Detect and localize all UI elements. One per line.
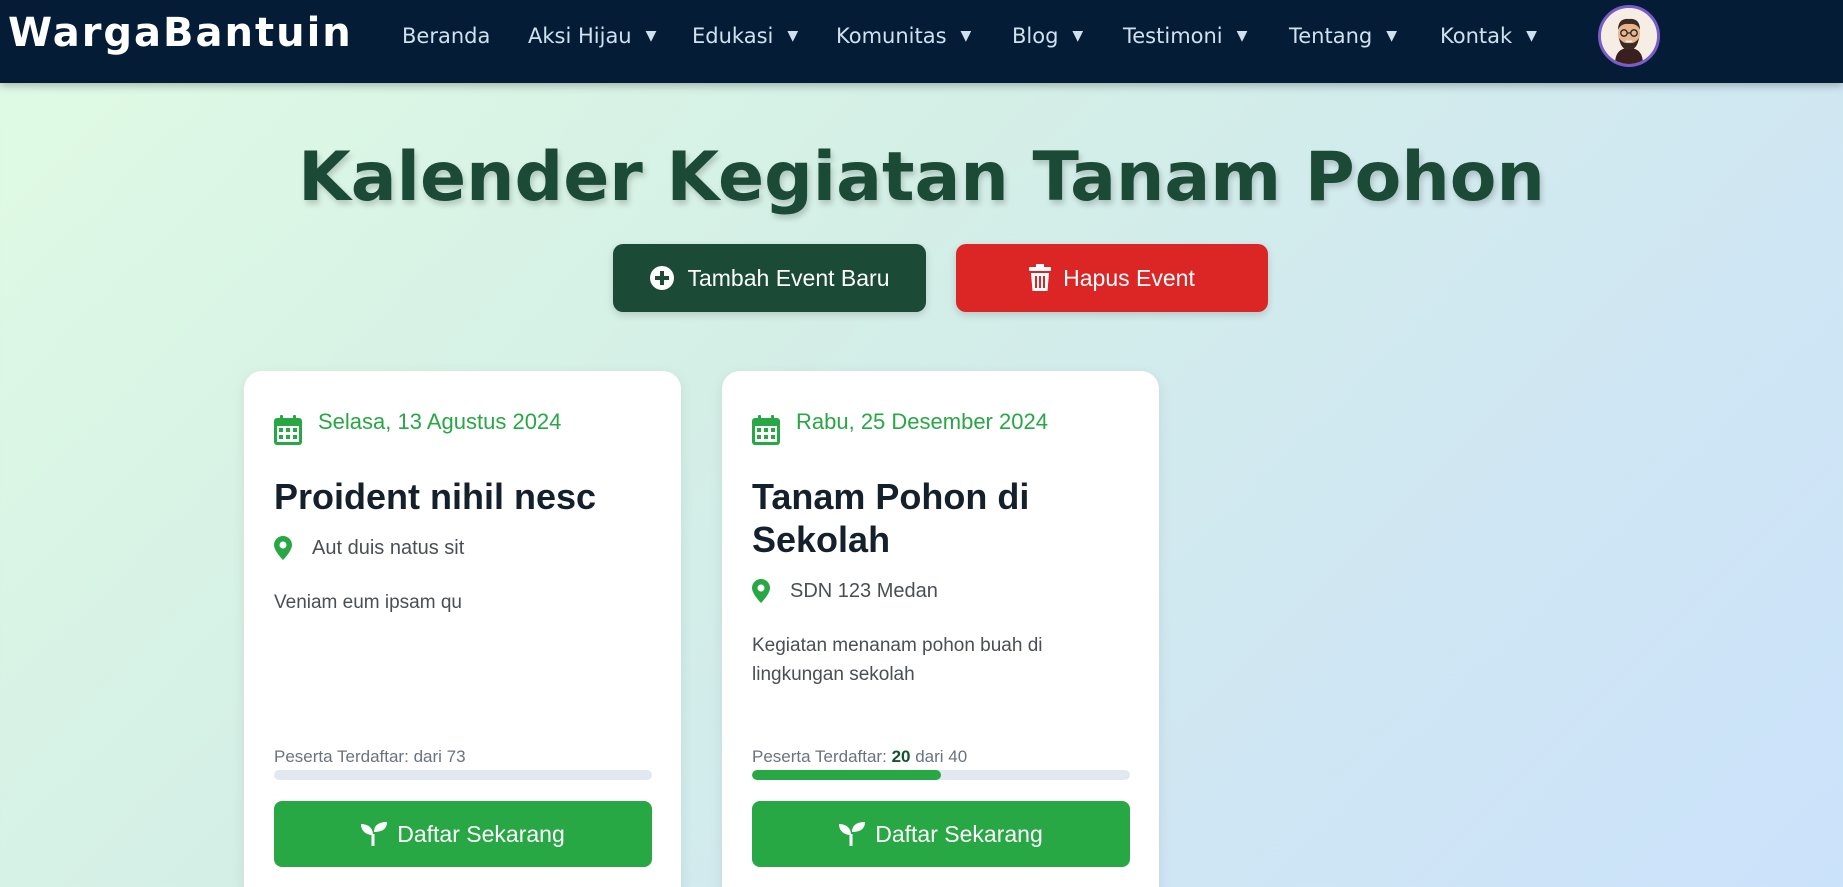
event-date-text: Selasa, 13 Agustus 2024 xyxy=(318,409,562,434)
add-event-label: Tambah Event Baru xyxy=(687,264,890,291)
event-title: Tanam Pohon di Sekolah xyxy=(752,476,1030,560)
event-location: Aut duis natus sit xyxy=(274,536,464,560)
navbar: WargaBantuin Beranda Aksi Hijau ▼ Edukas… xyxy=(0,0,1843,83)
seedling-icon xyxy=(839,822,866,846)
event-location-text: Aut duis natus sit xyxy=(312,536,465,559)
chevron-down-icon: ▼ xyxy=(1386,28,1398,44)
chevron-down-icon: ▼ xyxy=(1072,28,1084,44)
nav-item-aksi-hijau[interactable]: Aksi Hijau ▼ xyxy=(528,22,656,50)
event-card: Selasa, 13 Agustus 2024 Proident nihil n… xyxy=(244,371,681,887)
nav-item-label: Tentang xyxy=(1289,24,1373,48)
event-date: Selasa, 13 Agustus 2024 xyxy=(274,409,561,445)
participants-label: Peserta Terdaftar: xyxy=(752,747,887,766)
nav-item-beranda[interactable]: Beranda xyxy=(402,22,490,50)
participants-registered: 20 xyxy=(891,747,911,766)
trash-icon xyxy=(1029,264,1052,291)
register-button-label: Daftar Sekarang xyxy=(875,820,1043,847)
plus-circle-icon xyxy=(650,266,675,290)
participants-progress-bar xyxy=(274,770,652,780)
page-title: Kalender Kegiatan Tanam Pohon xyxy=(298,138,1545,217)
register-button-label: Daftar Sekarang xyxy=(397,820,565,847)
chevron-down-icon: ▼ xyxy=(960,28,972,44)
nav-item-label: Komunitas xyxy=(836,24,947,48)
seedling-icon xyxy=(361,822,388,846)
chevron-down-icon: ▼ xyxy=(787,28,799,44)
brand-logo[interactable]: WargaBantuin xyxy=(8,10,353,56)
nav-item-edukasi[interactable]: Edukasi ▼ xyxy=(692,22,798,50)
register-button[interactable]: Daftar Sekarang xyxy=(274,801,652,867)
chevron-down-icon: ▼ xyxy=(645,28,657,44)
participants-count: Peserta Terdaftar: dari 73 xyxy=(274,747,466,767)
event-description: Veniam eum ipsam qu xyxy=(274,592,462,613)
nav-item-label: Beranda xyxy=(402,24,491,48)
nav-item-blog[interactable]: Blog ▼ xyxy=(1012,22,1083,50)
avatar[interactable] xyxy=(1598,5,1660,67)
nav-item-label: Edukasi xyxy=(692,24,774,48)
event-title: Proident nihil nesc xyxy=(274,476,597,517)
event-location-text: SDN 123 Medan xyxy=(790,579,938,602)
nav-item-tentang[interactable]: Tentang ▼ xyxy=(1289,22,1397,50)
chevron-down-icon: ▼ xyxy=(1526,28,1537,44)
nav-item-label: Aksi Hijau xyxy=(528,24,632,48)
chevron-down-icon: ▼ xyxy=(1236,28,1248,44)
nav-item-label: Blog xyxy=(1012,24,1059,48)
participants-capacity: dari 73 xyxy=(413,747,466,766)
event-location: SDN 123 Medan xyxy=(752,579,938,603)
participants-progress-bar xyxy=(752,770,1130,780)
progress-fill xyxy=(752,770,941,780)
delete-event-label: Hapus Event xyxy=(1063,264,1195,291)
location-pin-icon xyxy=(274,536,292,560)
register-button[interactable]: Daftar Sekarang xyxy=(752,801,1130,867)
user-avatar-icon xyxy=(1601,8,1657,64)
nav-item-kontak[interactable]: Kontak ▼ xyxy=(1440,22,1537,50)
nav-item-komunitas[interactable]: Komunitas ▼ xyxy=(836,22,971,50)
calendar-icon xyxy=(752,415,780,445)
nav-item-label: Testimoni xyxy=(1123,24,1223,48)
participants-capacity: dari 40 xyxy=(915,747,968,766)
event-date-text: Rabu, 25 Desember 2024 xyxy=(796,409,1048,434)
participants-label: Peserta Terdaftar: xyxy=(274,747,409,766)
calendar-icon xyxy=(274,415,302,445)
nav-item-testimoni[interactable]: Testimoni ▼ xyxy=(1123,22,1247,50)
event-description: Kegiatan menanam pohon buah di lingkunga… xyxy=(752,635,1043,685)
location-pin-icon xyxy=(752,579,770,603)
event-card: Rabu, 25 Desember 2024 Tanam Pohon di Se… xyxy=(722,371,1159,887)
nav-item-label: Kontak xyxy=(1440,24,1513,48)
event-date: Rabu, 25 Desember 2024 xyxy=(752,409,1048,445)
add-event-button[interactable]: Tambah Event Baru xyxy=(613,244,926,312)
participants-count: Peserta Terdaftar: 20 dari 40 xyxy=(752,747,967,767)
delete-event-button[interactable]: Hapus Event xyxy=(956,244,1268,312)
